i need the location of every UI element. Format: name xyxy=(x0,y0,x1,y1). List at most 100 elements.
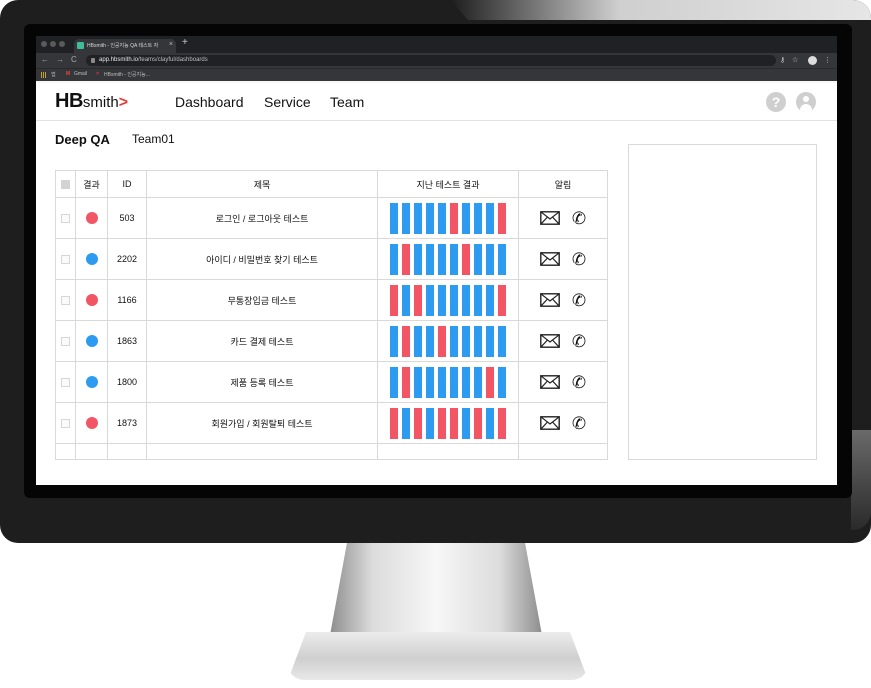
history-bar-pass[interactable] xyxy=(450,284,458,316)
history-bar-pass[interactable] xyxy=(390,325,398,357)
history-bar-pass[interactable] xyxy=(450,366,458,398)
test-title[interactable]: 로그인 / 로그아웃 테스트 xyxy=(146,197,378,239)
history-bar-pass[interactable] xyxy=(474,202,482,234)
history-bar-pass[interactable] xyxy=(462,284,470,316)
row-select-cell[interactable] xyxy=(55,279,76,321)
history-bar-pass[interactable] xyxy=(390,243,398,275)
new-tab-button[interactable]: + xyxy=(182,38,188,48)
phone-icon[interactable]: ✆ xyxy=(572,333,586,350)
back-icon[interactable]: ← xyxy=(41,56,49,64)
history-bar-pass[interactable] xyxy=(486,284,494,316)
history-bar-pass[interactable] xyxy=(438,202,446,234)
history-bar-pass[interactable] xyxy=(486,407,494,439)
history-bar-pass[interactable] xyxy=(426,407,434,439)
history-bar-pass[interactable] xyxy=(474,284,482,316)
history-bar-pass[interactable] xyxy=(498,325,506,357)
history-bar-pass[interactable] xyxy=(426,284,434,316)
history-bar-fail[interactable] xyxy=(498,284,506,316)
envelope-icon[interactable] xyxy=(539,416,560,430)
test-title[interactable]: 회원가입 / 회원탈퇴 테스트 xyxy=(146,402,378,444)
phone-icon[interactable]: ✆ xyxy=(572,374,586,391)
test-title[interactable]: 제품 등록 테스트 xyxy=(146,361,378,403)
history-bar-pass[interactable] xyxy=(402,407,410,439)
row-checkbox[interactable] xyxy=(61,214,70,224)
history-bar-pass[interactable] xyxy=(498,243,506,275)
history-bar-fail[interactable] xyxy=(438,325,446,357)
history-bar-pass[interactable] xyxy=(402,202,410,234)
history-bar-fail[interactable] xyxy=(390,284,398,316)
history-bar-pass[interactable] xyxy=(474,366,482,398)
history-bar-pass[interactable] xyxy=(390,366,398,398)
envelope-icon[interactable] xyxy=(539,293,560,307)
bookmark-hbsmith[interactable]: HBsmith - 인공지능... xyxy=(104,71,150,78)
nav-service[interactable]: Service xyxy=(264,94,311,110)
key-icon[interactable]: ⚷ xyxy=(780,57,785,64)
history-bar-pass[interactable] xyxy=(462,325,470,357)
row-select-cell[interactable] xyxy=(55,238,76,280)
phone-icon[interactable]: ✆ xyxy=(572,210,586,227)
history-bar-pass[interactable] xyxy=(414,325,422,357)
star-icon[interactable]: ☆ xyxy=(792,57,798,64)
row-checkbox[interactable] xyxy=(61,419,70,429)
history-bar-fail[interactable] xyxy=(498,202,506,234)
row-select-cell[interactable] xyxy=(55,320,76,362)
phone-icon[interactable]: ✆ xyxy=(572,251,586,268)
history-bar-pass[interactable] xyxy=(486,325,494,357)
tab-close-icon[interactable]: × xyxy=(169,41,173,48)
profile-avatar[interactable] xyxy=(808,56,817,65)
history-bar-fail[interactable] xyxy=(390,407,398,439)
bookmark-gmail[interactable]: Gmail xyxy=(74,71,87,77)
url-field[interactable]: app.hbsmith.io/teams/clayful/dashboards xyxy=(86,55,776,66)
history-bar-pass[interactable] xyxy=(462,407,470,439)
row-checkbox[interactable] xyxy=(61,255,70,265)
bookmark-apps[interactable]: 앱 xyxy=(51,71,56,78)
history-bar-pass[interactable] xyxy=(426,243,434,275)
history-bar-fail[interactable] xyxy=(402,366,410,398)
header-select-all[interactable] xyxy=(55,170,76,198)
nav-team[interactable]: Team xyxy=(330,94,364,110)
window-minimize-dot[interactable] xyxy=(50,41,56,47)
history-bar-fail[interactable] xyxy=(450,202,458,234)
envelope-icon[interactable] xyxy=(539,375,560,389)
history-bar-fail[interactable] xyxy=(414,407,422,439)
history-bar-pass[interactable] xyxy=(414,243,422,275)
history-bar-pass[interactable] xyxy=(402,284,410,316)
history-bar-pass[interactable] xyxy=(438,284,446,316)
test-title[interactable]: 아이디 / 비밀번호 찾기 테스트 xyxy=(146,238,378,280)
history-bar-pass[interactable] xyxy=(450,243,458,275)
team-name[interactable]: Team01 xyxy=(132,132,175,146)
history-bar-pass[interactable] xyxy=(426,325,434,357)
test-title[interactable]: 카드 결제 테스트 xyxy=(146,320,378,362)
phone-icon[interactable]: ✆ xyxy=(572,415,586,432)
browser-tab[interactable]: HBsmith - 인공지능 QA 테스트 자 × xyxy=(74,39,176,53)
window-zoom-dot[interactable] xyxy=(59,41,65,47)
history-bar-pass[interactable] xyxy=(426,366,434,398)
history-bar-pass[interactable] xyxy=(498,366,506,398)
history-bar-pass[interactable] xyxy=(462,202,470,234)
history-bar-pass[interactable] xyxy=(474,243,482,275)
history-bar-pass[interactable] xyxy=(474,325,482,357)
reload-icon[interactable]: C xyxy=(71,56,77,64)
table-row[interactable]: 1873 회원가입 / 회원탈퇴 테스트 ✆ xyxy=(55,402,608,444)
history-bar-fail[interactable] xyxy=(474,407,482,439)
history-bar-fail[interactable] xyxy=(402,243,410,275)
more-menu-icon[interactable]: ⋮ xyxy=(824,57,831,64)
history-bar-pass[interactable] xyxy=(486,243,494,275)
history-bar-pass[interactable] xyxy=(486,202,494,234)
row-select-cell[interactable] xyxy=(55,197,76,239)
envelope-icon[interactable] xyxy=(539,252,560,266)
history-bar-fail[interactable] xyxy=(414,284,422,316)
row-checkbox[interactable] xyxy=(61,378,70,388)
test-title[interactable]: 무통장입금 테스트 xyxy=(146,279,378,321)
history-bar-fail[interactable] xyxy=(498,407,506,439)
history-bar-fail[interactable] xyxy=(462,243,470,275)
row-select-cell[interactable] xyxy=(55,402,76,444)
row-checkbox[interactable] xyxy=(61,337,70,347)
select-all-checkbox[interactable] xyxy=(61,180,70,190)
history-bar-pass[interactable] xyxy=(462,366,470,398)
table-row[interactable]: 1800 제품 등록 테스트 ✆ xyxy=(55,361,608,403)
table-row[interactable]: 1863 카드 결제 테스트 ✆ xyxy=(55,320,608,362)
row-select-cell[interactable] xyxy=(55,361,76,403)
history-bar-fail[interactable] xyxy=(486,366,494,398)
nav-dashboard[interactable]: Dashboard xyxy=(175,94,244,110)
